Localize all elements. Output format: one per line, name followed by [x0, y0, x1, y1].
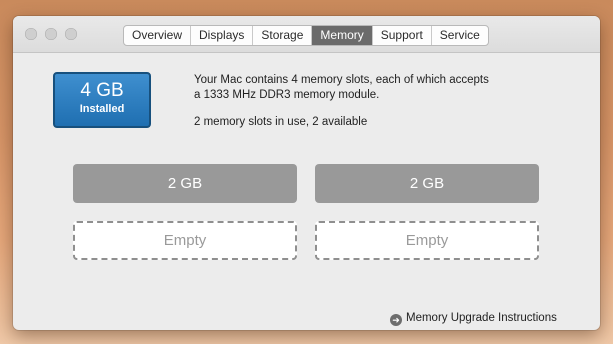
minimize-window-button[interactable] — [45, 28, 57, 40]
memory-panel: 4 GB Installed Your Mac contains 4 memor… — [13, 53, 600, 330]
description-line-2: a 1333 MHz DDR3 memory module. — [194, 89, 380, 101]
tab-displays[interactable]: Displays — [191, 26, 254, 45]
memory-upgrade-link[interactable]: ➜ Memory Upgrade Instructions — [390, 311, 557, 326]
zoom-window-button[interactable] — [65, 28, 77, 40]
description-line-1: Your Mac contains 4 memory slots, each o… — [194, 74, 489, 86]
memory-slot-2: 2 GB — [315, 164, 539, 203]
memory-slot-1: 2 GB — [73, 164, 297, 203]
tab-overview[interactable]: Overview — [124, 26, 192, 45]
installed-amount: 4 GB — [80, 80, 124, 101]
tab-bar: Overview Displays Storage Memory Support… — [123, 25, 489, 46]
installed-memory-badge: 4 GB Installed — [53, 72, 151, 128]
title-bar: Overview Displays Storage Memory Support… — [13, 16, 600, 53]
slot-usage-text: 2 memory slots in use, 2 available — [194, 116, 368, 128]
memory-description: Your Mac contains 4 memory slots, each o… — [194, 73, 534, 130]
memory-slot-4: Empty — [315, 221, 539, 260]
tab-service[interactable]: Service — [432, 26, 488, 45]
upgrade-link-label[interactable]: Memory Upgrade Instructions — [406, 312, 557, 324]
tab-memory[interactable]: Memory — [312, 26, 373, 45]
close-window-button[interactable] — [25, 28, 37, 40]
arrow-circle-right-icon: ➜ — [390, 314, 402, 326]
installed-label: Installed — [79, 103, 125, 115]
tab-storage[interactable]: Storage — [253, 26, 313, 45]
about-this-mac-window: Overview Displays Storage Memory Support… — [13, 16, 600, 330]
tab-support[interactable]: Support — [373, 26, 432, 45]
memory-slot-3: Empty — [73, 221, 297, 260]
